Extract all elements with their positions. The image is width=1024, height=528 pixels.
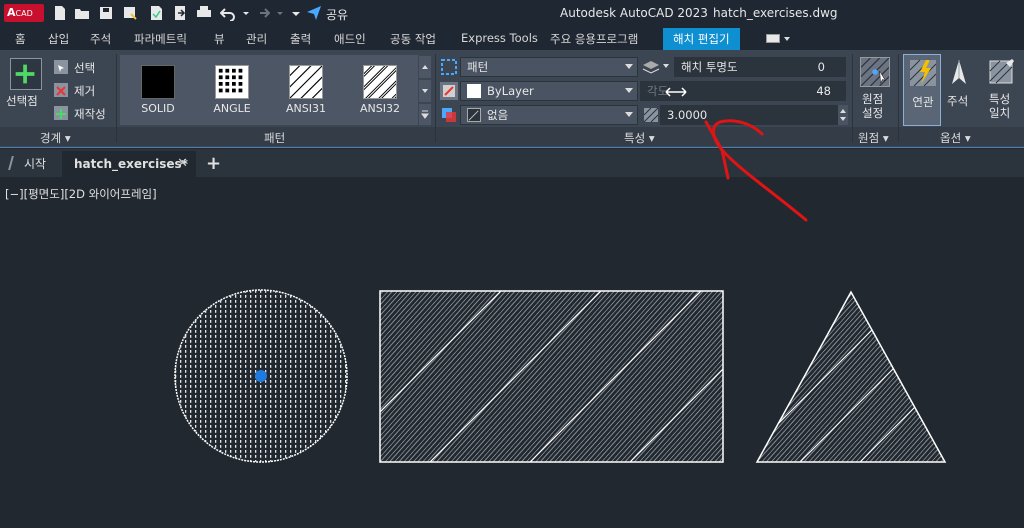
red-annotation-arrow (704, 119, 808, 222)
circle-center-grip[interactable] (255, 370, 267, 382)
drawing-area (174, 119, 1020, 463)
hatched-rectangle[interactable] (330, 262, 830, 463)
hatched-triangle[interactable] (740, 290, 1020, 463)
